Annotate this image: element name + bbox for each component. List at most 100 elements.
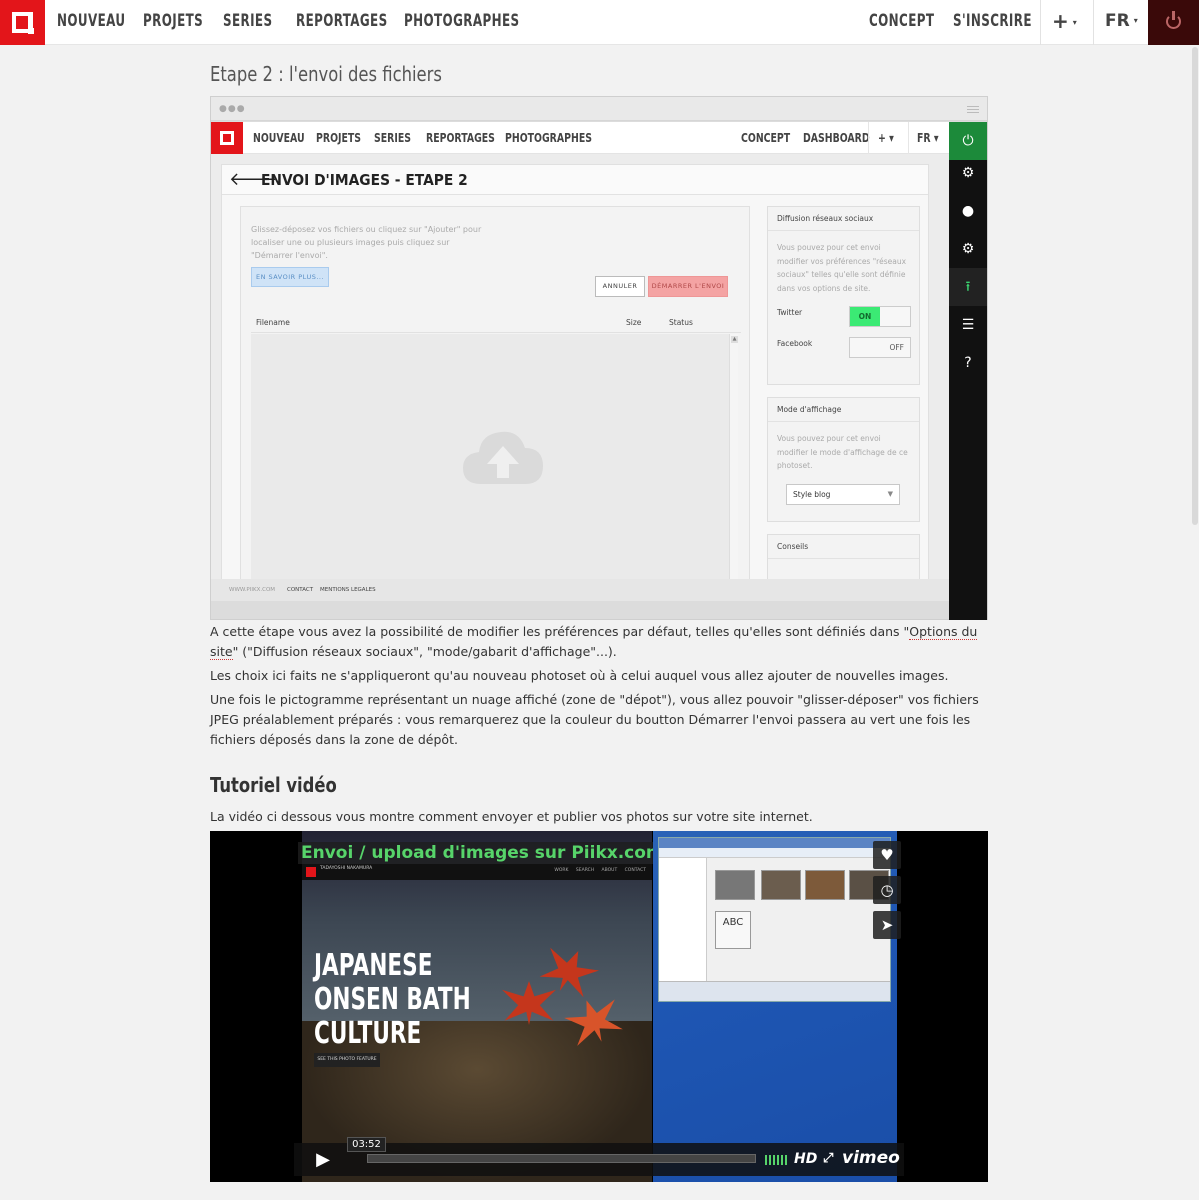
browser-bar: ●●● [211,97,987,121]
social-panel: Diffusion réseaux sociaux Vous pouvez po… [767,206,920,385]
window-dots: ●●● [219,104,246,114]
file-table-header: Filename Size Status [251,313,741,333]
nav-sinscrire[interactable]: S'INSCRIRE [953,0,1032,45]
explorer-window: ABC [658,837,891,1002]
power-button[interactable] [1148,0,1199,45]
watch-later-icon[interactable]: ◷ [873,876,901,904]
tips-panel: Conseils [767,534,920,579]
screenshot-content: 🡐 ENVOI D'IMAGES - ETAPE 2 Glissez-dépos… [211,154,949,579]
help-icon: ? [964,355,972,371]
site-nav: WORK SEARCH ABOUT CONTACT [554,868,646,873]
video-progress-bar[interactable] [367,1154,756,1163]
page-scrollbar[interactable] [1191,45,1199,1200]
nav-reportages[interactable]: REPORTAGES [296,0,388,45]
screenshot-nav-item: PROJETS [316,131,362,145]
cogs-icon: ⚙ [961,241,975,257]
drop-zone: Glissez-déposez vos fichiers ou cliquez … [240,206,750,579]
toggle-off-label: OFF [889,343,904,352]
nav-language-menu[interactable]: FR ▾ [1105,0,1138,45]
screenshot-nav-divider [868,122,869,154]
screenshot-footer: WWW.PIIKX.COM CONTACT MENTIONS LEGALES [211,579,949,601]
video-title[interactable]: Envoi / upload d'images sur Piikx.com [298,842,667,864]
twitter-toggle: ON [849,306,911,327]
para-text: " ("Diffusion réseaux sociaux", "mode/ga… [232,644,617,659]
toggle-on-label: ON [850,307,880,326]
drop-help-text: Glissez-déposez vos fichiers ou cliquez … [251,225,482,260]
like-icon[interactable]: ♥ [873,841,901,869]
nav-concept[interactable]: CONCEPT [869,0,934,45]
footer-mentions: MENTIONS LEGALES [320,587,376,593]
screenshot-nav-item: PHOTOGRAPHES [505,131,592,145]
piikx-logo [211,122,243,154]
window-statusbar [659,981,890,1001]
user-icon: ● [961,203,975,219]
screenshot-nav-item: SERIES [374,131,411,145]
screenshot-nav-item: REPORTAGES [426,131,495,145]
start-upload-button: DÉMARRER L'ENVOI [648,276,728,297]
file-thumb [715,870,755,900]
see-feature-button: SEE THIS PHOTO FEATURE [314,1053,380,1067]
nav-divider [1040,0,1041,45]
video-player[interactable]: TADAYOSHI NAKAMURA WORK SEARCH ABOUT CON… [210,831,988,1182]
piikx-logo[interactable] [0,0,45,45]
paragraph-dragdrop: Une fois le pictogramme représentant un … [210,692,979,747]
nav-projets[interactable]: PROJETS [143,0,203,45]
play-icon[interactable]: ▶ [304,1149,342,1171]
file-thumb [761,870,801,900]
display-mode-text: Vous pouvez pour cet envoi modifier le m… [777,434,908,470]
col-size: Size [626,318,642,327]
volume-icon[interactable] [765,1155,787,1165]
window-titlebar [659,838,890,848]
social-panel-text: Vous pouvez pour cet envoi modifier vos … [777,243,907,293]
nav-nouveau[interactable]: NOUVEAU [57,0,125,45]
select-value: Style blog [793,490,831,499]
language-label: FR [1105,11,1130,31]
learn-more-button: EN SAVOIR PLUS... [251,267,329,287]
screenshot-nav-item: DASHBOARD [803,131,870,145]
nav-add-menu[interactable]: + ▾ [1052,0,1086,45]
display-mode-title: Mode d'affichage [768,398,919,422]
facebook-toggle: OFF [849,337,911,358]
upload-icon: ⭱ [949,268,987,306]
window-toolbar [659,848,890,858]
screenshot-nav-item: CONCEPT [741,131,791,145]
hd-button[interactable]: HD [794,1151,817,1167]
cancel-button: ANNULER [595,276,645,297]
upload-title: ENVOI D'IMAGES - ETAPE 2 [261,171,468,189]
display-mode-panel: Mode d'affichage Vous pouvez pour cet en… [767,397,920,522]
step-heading: Etape 2 : l'envoi des fichiers [210,62,442,86]
upload-screenshot: ●●● NOUVEAU PROJETS SERIES REPORTAGES PH… [210,96,988,620]
screenshot-lang-menu: FR ▾ [917,131,939,145]
menu-icon [967,106,979,113]
paragraph-choices: Les choix ici faits ne s'appliqueront qu… [210,668,949,683]
footer-site: WWW.PIIKX.COM [229,587,276,593]
file-list-scrollbar: ▲ [729,334,738,579]
list-icon: ☰ [961,317,975,333]
para-text: A cette étape vous avez la possibilité d… [210,624,910,639]
scroll-up-icon: ▲ [731,336,738,343]
scrollbar-thumb[interactable] [1192,47,1198,525]
nav-series[interactable]: SERIES [223,0,272,45]
tips-panel-title: Conseils [768,535,919,559]
maple-leaf [535,940,603,1003]
facebook-label: Facebook [777,339,813,348]
chevron-down-icon: ▼ [887,490,893,498]
fullscreen-icon[interactable]: ⤢ [823,1151,833,1166]
chevron-down-icon: ▾ [1072,17,1077,27]
site-name: TADAYOSHI NAKAMURA [320,866,373,871]
vimeo-logo[interactable]: vimeo [842,1148,900,1168]
video-headline: JAPANESE ONSEN BATH CULTURE [314,948,471,1051]
screenshot-nav: NOUVEAU PROJETS SERIES REPORTAGES PHOTOG… [211,122,949,154]
social-panel-title: Diffusion réseaux sociaux [768,207,919,231]
file-abc: ABC [715,911,751,949]
share-icon[interactable]: ➤ [873,911,901,939]
paragraph-options: A cette étape vous avez la possibilité d… [210,622,988,662]
nav-photographes[interactable]: PHOTOGRAPHES [404,0,520,45]
display-mode-select: Style blog ▼ [786,484,900,505]
nav-divider [1093,0,1094,45]
screenshot-nav-item: NOUVEAU [253,131,305,145]
chevron-down-icon: ▾ [1133,16,1138,25]
piikx-logo [306,867,316,877]
power-icon-bar [1172,11,1175,20]
upload-card: 🡐 ENVOI D'IMAGES - ETAPE 2 Glissez-dépos… [221,164,929,579]
